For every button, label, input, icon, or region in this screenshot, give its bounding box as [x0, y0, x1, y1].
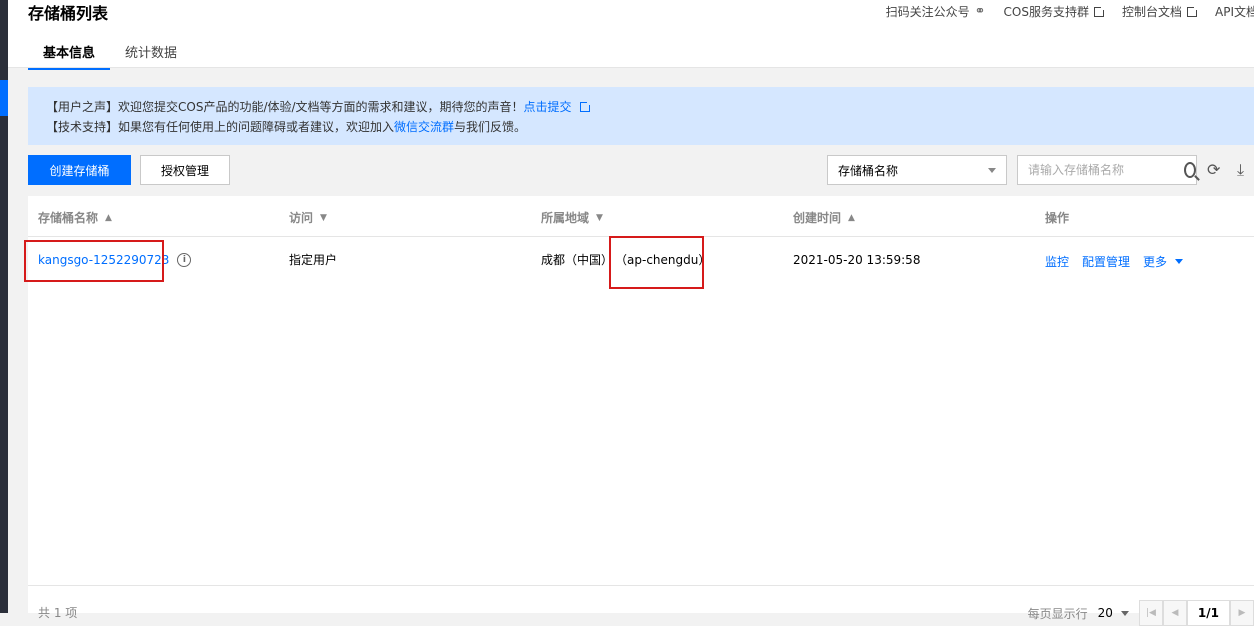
wechat-group-link[interactable]: 微信交流群 [394, 120, 454, 134]
notice-line-feedback: 【用户之声】欢迎您提交COS产品的功能/体验/文档等方面的需求和建议，期待您的声… [46, 97, 1236, 117]
chevron-down-icon [1174, 259, 1183, 264]
highlight-box-bucket-name [24, 240, 164, 282]
next-page-icon[interactable]: ▶ [1230, 600, 1254, 626]
access-cell: 指定用户 [289, 253, 338, 267]
sort-icon[interactable]: ▲︎ [105, 213, 112, 223]
header-links: 扫码关注公众号 ⚭ COS服务支持群 控制台文档 API文档 [886, 3, 1254, 20]
notice-line-support: 【技术支持】如果您有任何使用上的问题障碍或者建议，欢迎加入微信交流群与我们反馈。 [46, 120, 527, 134]
column-header-ops: 操作 [1045, 211, 1070, 225]
ops-cell: 监控 配置管理 更多 [1045, 253, 1183, 270]
filter-icon[interactable]: ▼ [320, 213, 327, 223]
column-header-created[interactable]: 创建时间 ▲ [793, 209, 855, 226]
external-link-icon [1093, 4, 1106, 17]
created-time-cell: 2021-05-20 13:59:58 [793, 253, 921, 267]
info-icon[interactable]: i [177, 253, 192, 267]
first-page-icon[interactable]: |◀ [1138, 600, 1163, 626]
download-icon[interactable]: ⤓ [1237, 160, 1244, 180]
page-size-select[interactable]: 20 [1098, 606, 1129, 620]
pagination: 每页显示行 20 |◀ ◀ 1/1 ▶ [1028, 600, 1254, 626]
highlight-box-region-code [609, 236, 704, 289]
page-size-label: 每页显示行 [1027, 606, 1088, 621]
column-header-region[interactable]: 所属地域 ▼ [541, 209, 603, 226]
sidebar-active-indicator [0, 80, 8, 116]
tab-basic-info[interactable]: 基本信息 [28, 38, 111, 70]
page-title: 存储桶列表 [28, 4, 109, 23]
table-header: 存储桶名称 ▲︎ 访问 ▼ 所属地域 ▼ 创建时间 ▲ 操作 [28, 196, 1254, 237]
chevron-down-icon [1120, 610, 1129, 616]
monitor-link[interactable]: 监控 [1045, 253, 1069, 270]
pager-controls: |◀ ◀ 1/1 ▶ [1138, 600, 1254, 626]
api-docs-link[interactable]: API文档 [1215, 3, 1254, 20]
refresh-icon[interactable]: ⟳ [1207, 160, 1220, 179]
more-dropdown[interactable]: 更多 [1143, 253, 1183, 270]
filter-icon[interactable]: ▼ [596, 213, 603, 223]
sort-icon[interactable]: ▲ [848, 213, 855, 223]
external-link-icon [579, 100, 592, 112]
search-input[interactable] [1018, 163, 1178, 177]
page-header: 存储桶列表 扫码关注公众号 ⚭ COS服务支持群 控制台文档 API文档 基本信… [8, 0, 1254, 70]
tab-bar: 基本信息 统计数据 [28, 38, 192, 70]
external-link-icon [1187, 4, 1199, 17]
search-field-select[interactable]: 存储桶名称 [827, 155, 1007, 185]
search-icon[interactable] [1184, 162, 1196, 178]
config-management-link[interactable]: 配置管理 [1082, 253, 1130, 270]
auth-management-button[interactable]: 授权管理 [140, 155, 230, 185]
search-box [1017, 155, 1197, 185]
bucket-table: 存储桶名称 ▲︎ 访问 ▼ 所属地域 ▼ 创建时间 ▲ 操作 kangsgo-1… [24, 196, 1254, 626]
console-sidebar [0, 0, 8, 613]
table-footer: 共 1 项 每页显示行 20 |◀ ◀ 1/1 ▶ [28, 585, 1254, 626]
create-bucket-button[interactable]: 创建存储桶 [28, 155, 131, 185]
column-header-name[interactable]: 存储桶名称 ▲︎ [38, 209, 112, 226]
cos-support-group-link[interactable]: COS服务支持群 [1004, 3, 1106, 20]
chevron-down-icon [988, 167, 996, 173]
notice-banner: 【用户之声】欢迎您提交COS产品的功能/体验/文档等方面的需求和建议，期待您的声… [28, 87, 1254, 145]
prev-page-icon[interactable]: ◀ [1162, 600, 1187, 626]
wechat-icon: ⚭ [974, 4, 986, 19]
column-header-access[interactable]: 访问 ▼ [289, 209, 327, 226]
wechat-follow-link[interactable]: 扫码关注公众号 ⚭ [886, 3, 986, 20]
tab-statistics[interactable]: 统计数据 [110, 38, 192, 70]
console-docs-link[interactable]: 控制台文档 [1122, 3, 1199, 20]
page-indicator: 1/1 [1186, 600, 1230, 626]
submit-feedback-link[interactable]: 点击提交 [524, 100, 572, 114]
